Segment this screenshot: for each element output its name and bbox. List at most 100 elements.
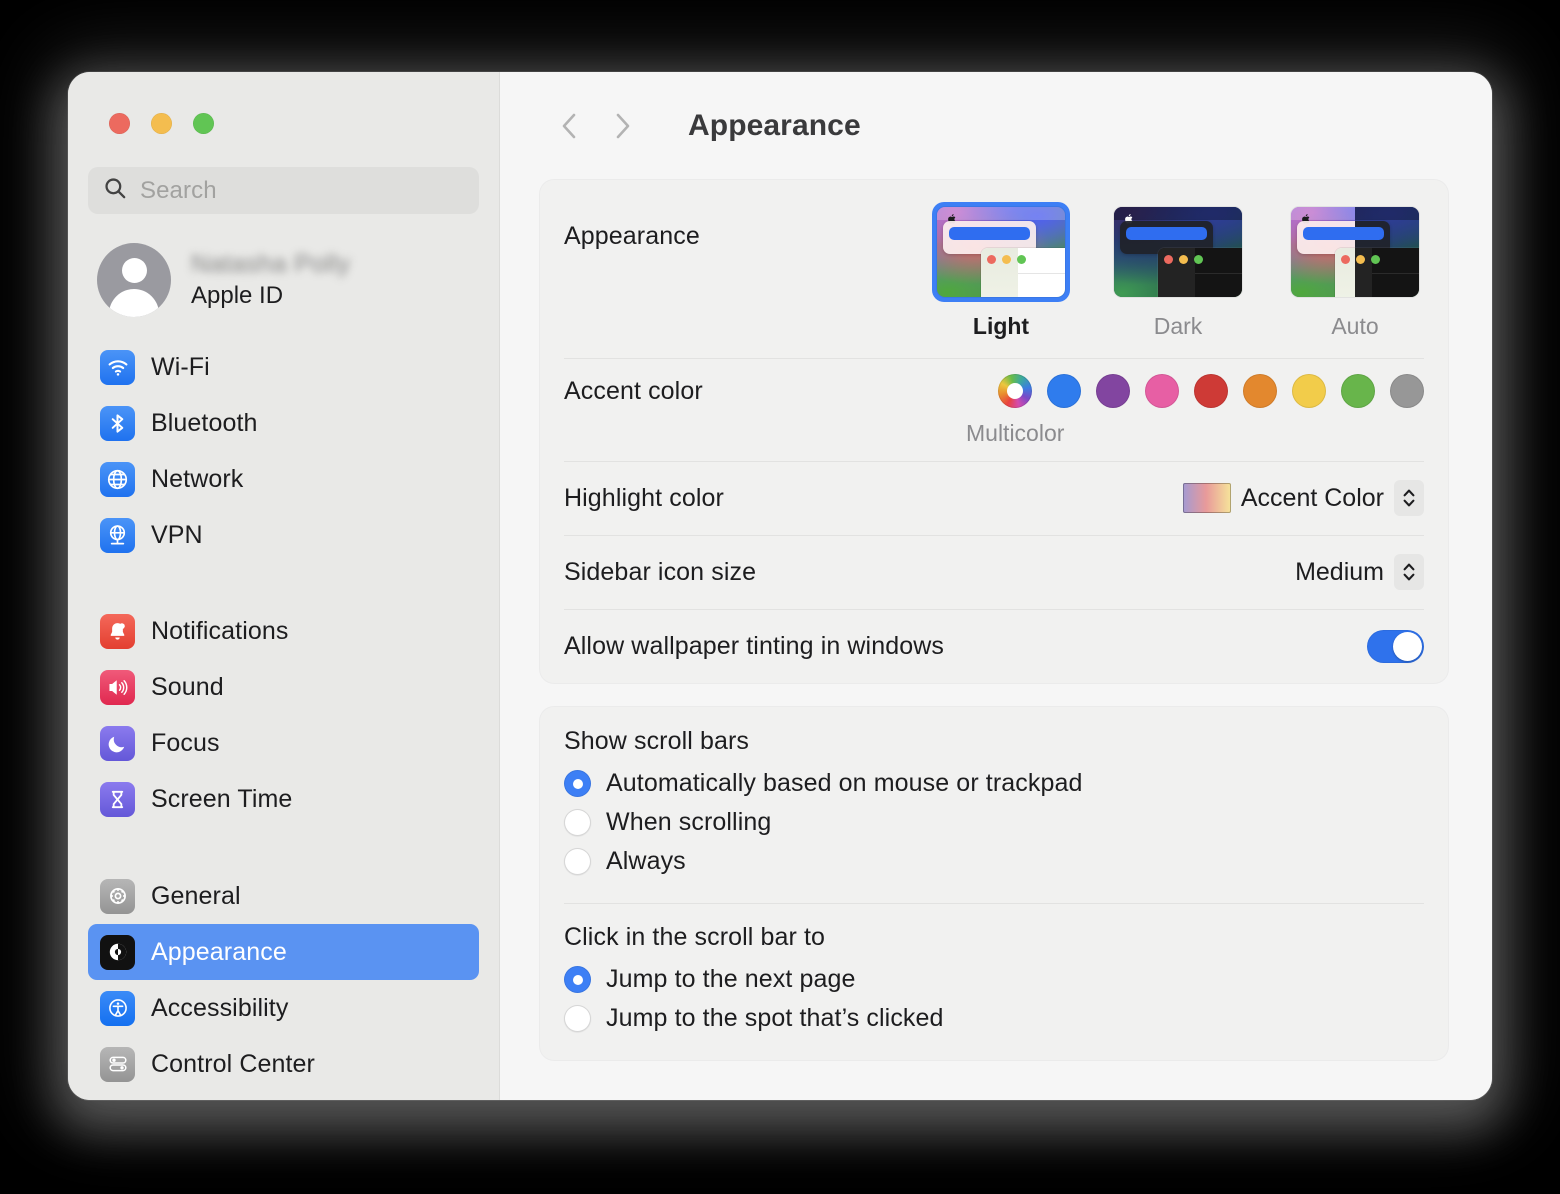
sidebar-item-appearance[interactable]: Appearance (88, 924, 479, 980)
radio-label: Always (606, 847, 686, 875)
sidebar-item-accessibility[interactable]: Accessibility (88, 980, 479, 1036)
accent-color-row: Accent color Multicolor (564, 358, 1424, 461)
forward-chevron-icon[interactable] (596, 100, 648, 152)
appearance-options: Light Dark Auto (932, 202, 1424, 340)
sidebar-item-general[interactable]: General (88, 868, 479, 924)
bluetooth-icon (100, 405, 135, 441)
radio-automatically[interactable]: Automatically based on mouse or trackpad (564, 764, 1424, 803)
sidebar-item-screen-time[interactable]: Screen Time (88, 771, 479, 827)
appearance-contrast-icon (100, 934, 135, 970)
auto-dark-half (1355, 207, 1419, 297)
accent-color-caption: Multicolor (966, 420, 1065, 446)
sidebar-item-label: General (151, 881, 241, 910)
radio-button[interactable] (564, 1005, 591, 1032)
accent-swatch-yellow[interactable] (1292, 374, 1326, 408)
speaker-icon (100, 669, 135, 705)
highlight-color-swatch (1182, 483, 1231, 513)
chevron-updown-icon[interactable] (1394, 554, 1424, 590)
wallpaper-tinting-row: Allow wallpaper tinting in windows (564, 609, 1424, 683)
sidebar-item-label: Sound (151, 672, 224, 701)
appearance-option-auto[interactable]: Auto (1286, 202, 1424, 340)
accent-swatch-red[interactable] (1194, 374, 1228, 408)
radio-jump-next-page[interactable]: Jump to the next page (564, 960, 1424, 999)
wallpaper-tinting-toggle[interactable] (1367, 629, 1424, 663)
sidebar-item-bluetooth[interactable]: Bluetooth (88, 395, 479, 451)
wallpaper-tinting-label: Allow wallpaper tinting in windows (564, 631, 944, 660)
sidebar-item-label: Notifications (151, 616, 289, 645)
vpn-globe-icon (100, 517, 135, 553)
dark-thumbnail (1114, 207, 1242, 297)
toolbar: Appearance (540, 72, 1448, 180)
accessibility-icon (100, 990, 135, 1026)
radio-button[interactable] (564, 966, 591, 993)
auto-label: Auto (1331, 313, 1379, 339)
chevron-updown-icon[interactable] (1394, 480, 1424, 516)
radio-jump-spot-clicked[interactable]: Jump to the spot that’s clicked (564, 999, 1424, 1038)
accent-swatch-purple[interactable] (1096, 374, 1130, 408)
highlight-color-label: Highlight color (564, 483, 724, 512)
sidebar-item-control-center[interactable]: Control Center (88, 1036, 479, 1092)
highlight-color-row: Highlight color Accent Color (564, 461, 1424, 535)
radio-when-scrolling[interactable]: When scrolling (564, 803, 1424, 842)
avatar (97, 243, 171, 317)
sidebar-item-sound[interactable]: Sound (88, 659, 479, 715)
light-label: Light (972, 313, 1030, 339)
show-scroll-bars-title: Show scroll bars (564, 727, 749, 755)
show-scroll-bars-section: Show scroll bars Automatically based on … (564, 707, 1424, 903)
search-icon (102, 175, 128, 206)
sidebar: Search Natasha Polly Apple ID Wi-Fi Blue… (68, 72, 500, 1100)
radio-always[interactable]: Always (564, 842, 1424, 881)
accent-swatch-orange[interactable] (1243, 374, 1277, 408)
back-chevron-icon[interactable] (544, 100, 596, 152)
sidebar-item-label: Focus (151, 728, 220, 757)
accent-swatch-green[interactable] (1341, 374, 1375, 408)
appearance-option-light[interactable]: Light (932, 202, 1070, 340)
auto-thumbnail-frame[interactable] (1286, 202, 1424, 302)
sidebar-item-label: Screen Time (151, 784, 293, 813)
sidebar-item-focus[interactable]: Focus (88, 715, 479, 771)
radio-label: Automatically based on mouse or trackpad (606, 769, 1083, 797)
sidebar-icon-size-popup[interactable]: Medium (1295, 554, 1424, 590)
sidebar-icon-size-label: Sidebar icon size (564, 557, 757, 586)
auto-thumbnail (1291, 207, 1419, 297)
hourglass-icon (100, 781, 135, 817)
gear-icon (100, 878, 135, 914)
appearance-label: Appearance (564, 222, 700, 250)
account-subtitle: Apple ID (191, 282, 284, 309)
click-scroll-bar-title: Click in the scroll bar to (564, 923, 826, 951)
radio-button[interactable] (564, 809, 591, 836)
system-settings-window: Search Natasha Polly Apple ID Wi-Fi Blue… (68, 72, 1492, 1100)
highlight-color-popup[interactable]: Accent Color (1182, 480, 1424, 516)
sidebar-item-wifi[interactable]: Wi-Fi (88, 339, 479, 395)
dark-thumbnail-frame[interactable] (1109, 202, 1247, 302)
accent-swatch-multicolor[interactable] (998, 374, 1032, 408)
accent-swatch-blue[interactable] (1047, 374, 1081, 408)
close-button[interactable] (109, 113, 130, 134)
radio-button[interactable] (564, 770, 591, 797)
light-thumbnail-frame[interactable] (932, 202, 1070, 302)
sidebar-item-network[interactable]: Network (88, 451, 479, 507)
minimize-button[interactable] (151, 113, 172, 134)
scroll-bars-card: Show scroll bars Automatically based on … (540, 707, 1448, 1060)
search-input[interactable]: Search (88, 167, 479, 214)
appearance-option-dark[interactable]: Dark (1109, 202, 1247, 340)
radio-label: Jump to the next page (606, 965, 856, 993)
sidebar-icon-size-value: Medium (1295, 557, 1384, 586)
sidebar-item-label: Network (151, 464, 244, 493)
sidebar-item-label: VPN (151, 520, 203, 549)
zoom-button[interactable] (193, 113, 214, 134)
sidebar-item-label: Control Center (151, 1049, 315, 1078)
sidebar-item-vpn[interactable]: VPN (88, 507, 479, 563)
radio-button[interactable] (564, 848, 591, 875)
apple-id-row[interactable]: Natasha Polly Apple ID (88, 243, 479, 317)
bell-icon (100, 613, 135, 649)
auto-light-half (1291, 207, 1355, 297)
search-placeholder: Search (140, 176, 217, 204)
window-controls (88, 72, 479, 134)
toggle-knob (1393, 631, 1422, 661)
accent-swatch-pink[interactable] (1145, 374, 1179, 408)
accent-swatch-graphite[interactable] (1390, 374, 1424, 408)
sidebar-item-notifications[interactable]: Notifications (88, 603, 479, 659)
moon-icon (100, 725, 135, 761)
sidebar-item-label: Bluetooth (151, 408, 258, 437)
